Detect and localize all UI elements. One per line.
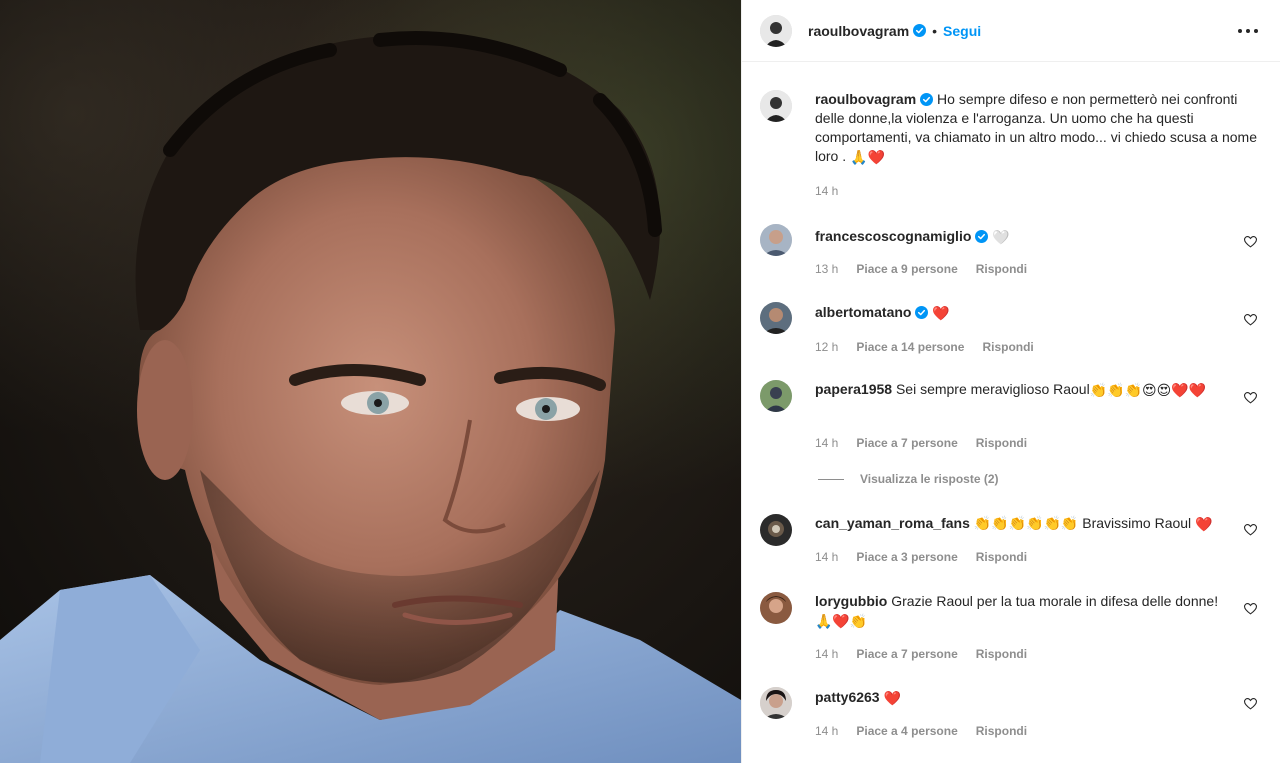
comments-list[interactable]: raoulbovagram Ho sempre difeso e non per… [742, 63, 1280, 763]
comment-body: francescoscognamiglio 🤍 [815, 227, 1223, 246]
comment-meta: 14 h Piace a 3 persone Rispondi [815, 550, 1027, 564]
verified-badge-icon [913, 24, 927, 37]
comment-item: can_yaman_roma_fans 👏👏👏👏👏👏 Bravissimo Ra… [760, 514, 1263, 574]
comment-meta: 13 h Piace a 9 persone Rispondi [815, 262, 1027, 276]
follow-button[interactable]: Segui [943, 23, 981, 39]
comment-username[interactable]: lorygubbio [815, 593, 887, 609]
post-header: raoulbovagram • Segui [742, 0, 1280, 62]
caption-body: raoulbovagram Ho sempre difeso e non per… [815, 90, 1263, 166]
comment-emojis: ❤️ [932, 305, 950, 321]
comment-emojis: 👏👏👏😍😍❤️❤️ [1089, 382, 1207, 398]
caption-username[interactable]: raoulbovagram [815, 91, 916, 107]
heart-outline-icon[interactable] [1244, 236, 1257, 248]
comment-time[interactable]: 14 h [815, 550, 838, 564]
heart-outline-icon[interactable] [1244, 392, 1257, 404]
caption-avatar[interactable] [760, 90, 792, 122]
author-username[interactable]: raoulbovagram [808, 23, 909, 39]
portrait-image [0, 31, 741, 763]
verified-badge-icon [915, 306, 929, 319]
comment-username[interactable]: papera1958 [815, 381, 892, 397]
comment-meta: 14 h Piace a 4 persone Rispondi [815, 724, 1027, 738]
author-avatar[interactable] [760, 14, 792, 47]
comment-username[interactable]: can_yaman_roma_fans [815, 515, 970, 531]
post-side-panel: raoulbovagram • Segui raoulbovagram Ho s… [741, 0, 1280, 763]
caption-meta: 14 h [815, 184, 838, 198]
comment-item: lorygubbio Grazie Raoul per la tua moral… [760, 592, 1263, 672]
comment-body: papera1958 Sei sempre meraviglioso Raoul… [815, 380, 1223, 399]
comment-username[interactable]: patty6263 [815, 689, 880, 705]
comment-text: Grazie Raoul per la tua morale in difesa… [891, 593, 1219, 609]
more-options-icon[interactable] [1238, 22, 1258, 40]
comment-item: patty6263 ❤️ 14 h Piace a 4 persone Risp… [760, 687, 1263, 747]
comment-avatar[interactable] [760, 592, 792, 624]
comment-avatar[interactable] [760, 687, 792, 719]
comment-body: patty6263 ❤️ [815, 688, 1223, 707]
comment-item: albertomatano ❤️ 12 h Piace a 14 persone… [760, 302, 1263, 362]
reply-button[interactable]: Rispondi [976, 724, 1027, 738]
reply-button[interactable]: Rispondi [976, 436, 1027, 450]
comment-likes[interactable]: Piace a 7 persone [856, 647, 957, 661]
comment-time[interactable]: 13 h [815, 262, 838, 276]
heart-outline-icon[interactable] [1244, 314, 1257, 326]
comment-emojis: 🙏❤️👏 [815, 613, 868, 629]
reply-button[interactable]: Rispondi [976, 550, 1027, 564]
heart-outline-icon[interactable] [1244, 698, 1257, 710]
instagram-post-view: raoulbovagram • Segui raoulbovagram Ho s… [0, 0, 1280, 763]
caption-item: raoulbovagram Ho sempre difeso e non per… [760, 90, 1263, 210]
post-photo[interactable] [0, 0, 741, 763]
comment-likes[interactable]: Piace a 9 persone [856, 262, 957, 276]
comment-time[interactable]: 14 h [815, 436, 838, 450]
separator-dot: • [932, 22, 938, 39]
comment-time[interactable]: 12 h [815, 340, 838, 354]
reply-button[interactable]: Rispondi [982, 340, 1033, 354]
comment-avatar[interactable] [760, 380, 792, 412]
comment-likes[interactable]: Piace a 7 persone [856, 436, 957, 450]
comment-emojis: ❤️ [883, 690, 901, 706]
comment-username[interactable]: albertomatano [815, 304, 911, 320]
comment-item: papera1958 Sei sempre meraviglioso Raoul… [760, 380, 1263, 480]
comment-emojis: 🤍 [992, 229, 1010, 245]
comment-text: Sei sempre meraviglioso Raoul [895, 381, 1090, 397]
comment-emojis: ❤️ [1195, 516, 1213, 532]
comment-meta: 12 h Piace a 14 persone Rispondi [815, 340, 1034, 354]
reply-button[interactable]: Rispondi [976, 647, 1027, 661]
comment-item: francescoscognamiglio 🤍 13 h Piace a 9 p… [760, 224, 1263, 284]
comment-likes[interactable]: Piace a 4 persone [856, 724, 957, 738]
comment-body: lorygubbio Grazie Raoul per la tua moral… [815, 592, 1223, 630]
verified-badge-icon [975, 230, 989, 243]
comment-avatar[interactable] [760, 224, 792, 256]
reply-button[interactable]: Rispondi [976, 262, 1027, 276]
heart-outline-icon[interactable] [1244, 603, 1257, 615]
comment-body: albertomatano ❤️ [815, 303, 1223, 322]
view-replies-button[interactable]: Visualizza le risposte (2) [818, 472, 999, 486]
heart-outline-icon[interactable] [1244, 524, 1257, 536]
comment-avatar[interactable] [760, 302, 792, 334]
comment-meta: 14 h Piace a 7 persone Rispondi [815, 647, 1027, 661]
comment-body: can_yaman_roma_fans 👏👏👏👏👏👏 Bravissimo Ra… [815, 514, 1223, 533]
comment-time[interactable]: 14 h [815, 724, 838, 738]
comment-avatar[interactable] [760, 514, 792, 546]
comment-username[interactable]: francescoscognamiglio [815, 228, 971, 244]
comment-likes[interactable]: Piace a 3 persone [856, 550, 957, 564]
comment-likes[interactable]: Piace a 14 persone [856, 340, 964, 354]
view-replies-label[interactable]: Visualizza le risposte (2) [860, 472, 999, 486]
replies-divider-line [818, 478, 844, 480]
verified-badge-icon [920, 93, 934, 106]
comment-time[interactable]: 14 h [815, 647, 838, 661]
caption-time[interactable]: 14 h [815, 184, 838, 198]
caption-emojis: 🙏❤️ [850, 149, 885, 165]
comment-text: 👏👏👏👏👏👏 Bravissimo Raoul [973, 515, 1196, 531]
comment-meta: 14 h Piace a 7 persone Rispondi [815, 436, 1027, 450]
